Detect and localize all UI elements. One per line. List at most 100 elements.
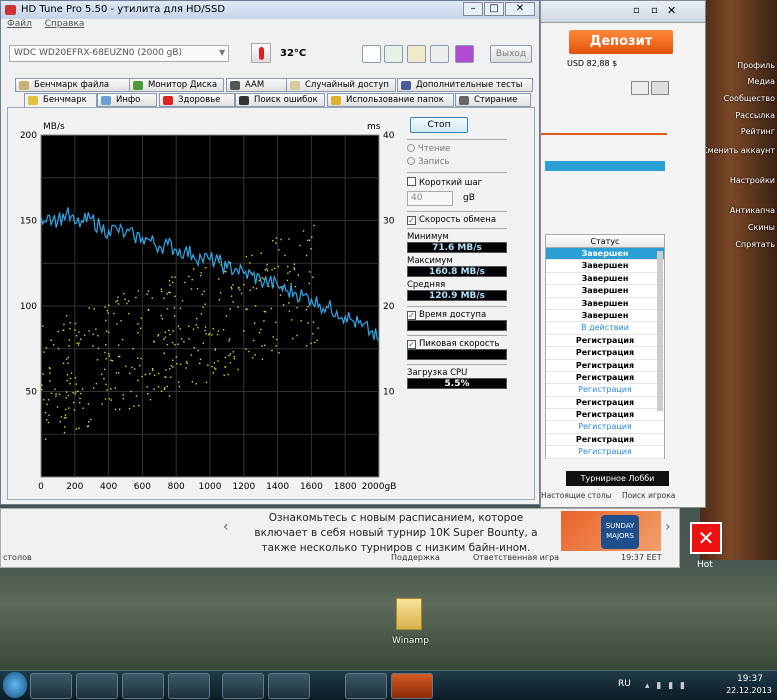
drive-select[interactable]: WDC WD20EFRX-68EUZN0 (2000 gB) [9,45,229,62]
close-icon[interactable]: ✕ [667,4,676,17]
taskbar-app-network[interactable] [76,673,118,699]
checkbox-icon[interactable]: ✓ [407,340,416,349]
side-menu-item[interactable]: Скины [748,223,775,232]
table-row[interactable]: Регистрация [546,409,664,422]
taskbar-app-sheep[interactable] [30,673,72,699]
table-row[interactable]: Завершен [546,273,664,286]
transfer-rate-checkbox[interactable]: ✓ Скорость обмена [407,215,507,225]
taskbar-app-molecule[interactable] [222,673,264,699]
taskbar-app-pc[interactable] [345,673,387,699]
stop-button[interactable]: Стоп [410,117,468,133]
chevron-down-icon[interactable]: ▼ [219,48,225,57]
support-link[interactable]: Поддержка [391,553,440,562]
table-row[interactable]: Завершен [546,248,664,261]
tab-extra-tests[interactable]: Дополнительные тесты [397,78,533,92]
transfer-rate-label: Скорость обмена [419,215,497,225]
taskbar-app-screen[interactable] [122,673,164,699]
language-indicator[interactable]: RU [618,679,631,689]
table-row[interactable]: Регистрация [546,335,664,348]
scatter-point [75,383,77,385]
tab-file-benchmark[interactable]: Бенчмарк файла [15,78,137,92]
scatter-point [157,333,160,336]
tab-disk-monitor[interactable]: Монитор Диска [129,78,224,92]
hot-app-icon[interactable]: ✕ [690,522,722,554]
tab-error-scan[interactable]: Поиск ошибок [235,93,325,107]
burst-rate-checkbox[interactable]: ✓ Пиковая скорость [407,339,507,349]
radio-icon[interactable] [407,157,415,165]
side-menu-item[interactable]: Спрятать [735,240,775,249]
download-icon[interactable] [455,45,474,63]
winamp-folder-icon[interactable] [396,598,422,630]
side-menu-item[interactable]: Сообщество [724,94,775,103]
side-menu-item[interactable]: Профиль [737,61,775,70]
short-stroke-checkbox[interactable]: Короткий шаг [407,177,507,188]
close-icon[interactable]: ✕ [505,2,535,16]
tab-info[interactable]: Инфо [97,93,157,107]
table-scrollbar[interactable] [657,251,663,411]
tab-aam[interactable]: AAM [226,78,288,92]
table-row[interactable]: Регистрация [546,397,664,410]
menu-file[interactable]: Файл [7,19,32,29]
save-icon[interactable] [407,45,426,63]
table-row[interactable]: Регистрация [546,360,664,372]
tab-random-access[interactable]: Случайный доступ [286,78,396,92]
player-search-link[interactable]: Поиск игрока [622,491,675,500]
copy-screenshot-icon[interactable] [384,45,403,63]
table-row[interactable]: В действии [546,322,664,335]
table-row[interactable]: Регистрация [546,446,664,459]
clock-date[interactable]: 22.12.2013 [722,686,776,695]
menu-help[interactable]: Справка [45,19,85,29]
table-row[interactable]: Завершен [546,298,664,310]
minimize-icon[interactable]: ▫ [633,5,640,16]
side-menu-item[interactable]: Рассылка [735,111,775,120]
checkbox-icon[interactable]: ✓ [407,216,416,225]
side-menu-item[interactable]: Антикапча [730,206,775,215]
access-time-checkbox[interactable]: ✓ Время доступа [407,310,507,320]
table-row[interactable]: Завершен [546,285,664,298]
table-row[interactable]: Регистрация [546,372,664,385]
table-row[interactable]: Завершен [546,310,664,323]
taskbar-app-poker[interactable] [391,673,433,699]
deposit-button[interactable]: Депозит [569,30,673,54]
read-radio[interactable]: Чтение [407,144,507,154]
copy-icon[interactable] [362,45,381,63]
tab-health[interactable]: Здоровье [159,93,235,107]
minimize-icon[interactable]: – [463,2,483,16]
short-stroke-input[interactable]: 40 [407,191,453,206]
camera-icon[interactable] [430,45,449,63]
responsible-gaming-link[interactable]: Ответственная игра [473,553,559,562]
checkbox-icon[interactable]: ✓ [407,311,416,320]
side-menu-item[interactable]: Рейтинг [741,127,775,136]
side-menu-item[interactable]: Медиа [748,77,775,86]
chevron-right-icon[interactable]: › [665,519,671,535]
exit-button[interactable]: Выход [490,45,532,63]
tray-icons[interactable]: ▴ ▮ ▮ ▮ [645,681,687,691]
start-button[interactable] [3,672,27,698]
tab-erase[interactable]: Стирание [455,93,531,107]
checkbox-icon[interactable] [407,177,416,186]
table-row[interactable]: Регистрация [546,434,664,447]
table-row[interactable]: Регистрация [546,421,664,434]
list-view-icon[interactable] [631,81,649,95]
scatter-point [137,379,139,382]
table-row[interactable]: Завершен [546,260,664,273]
tournament-lobby-button[interactable]: Турнирное Лобби [566,471,669,486]
radio-icon[interactable] [407,144,415,152]
grid-view-icon[interactable] [651,81,669,95]
chevron-left-icon[interactable]: ‹ [223,519,229,535]
clock-time[interactable]: 19:37 [726,674,774,684]
side-menu-item[interactable]: Сменить аккаунт [702,146,775,155]
maximize-icon[interactable]: □ [484,2,504,16]
table-row[interactable]: Регистрация [546,384,664,397]
table-row[interactable]: Регистрация [546,347,664,360]
scatter-point [163,338,165,340]
maximize-icon[interactable]: ▫ [651,5,658,16]
taskbar-app-hdtune[interactable] [268,673,310,699]
taskbar-app-disk[interactable] [168,673,210,699]
read-label: Чтение [418,144,451,154]
write-radio[interactable]: Запись [407,157,507,167]
side-menu-item[interactable]: Настройки [730,176,775,185]
scatter-point [294,285,297,288]
real-tables-link[interactable]: Настоящие столы [541,491,612,500]
tab-folder-usage[interactable]: Использование папок [327,93,454,107]
